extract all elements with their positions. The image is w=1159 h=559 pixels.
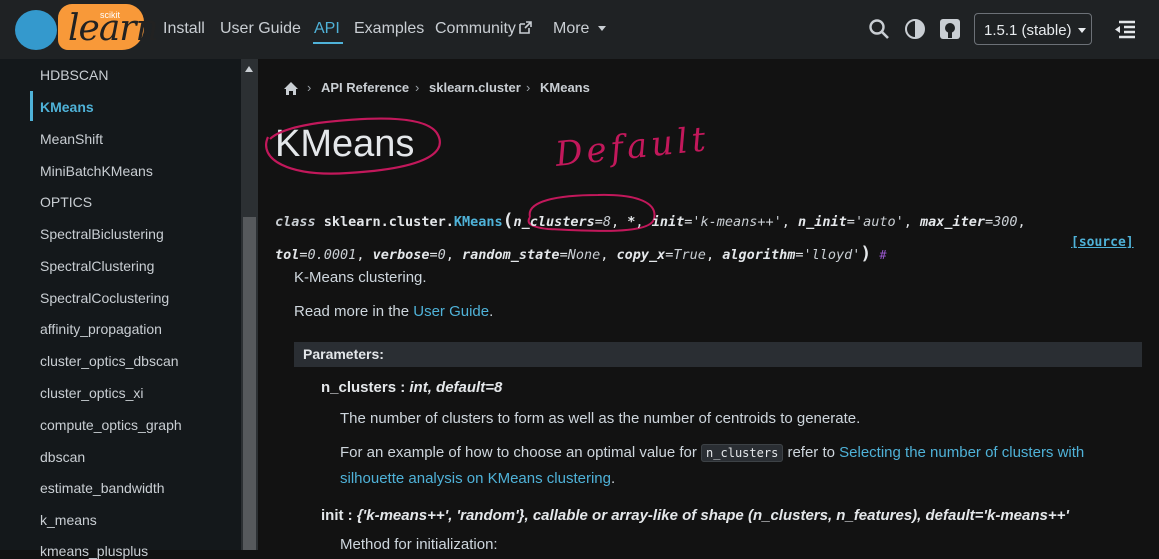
nav-user-guide[interactable]: User Guide [220,20,301,38]
example-suffix: . [610,470,616,487]
annotation-text: Default [553,119,712,175]
breadcrumb-separator-icon: › [526,80,531,95]
class-summary: K-Means clustering. [294,269,427,286]
param-verbose: verbose [372,247,430,263]
param-n-clusters-example-cont: silhouette analysis on KMeans clustering… [340,470,615,487]
param-n-clusters-desc: The number of clusters to form as well a… [340,410,861,427]
chevron-down-icon [598,26,606,31]
parameters-header: Parameters: [294,342,1142,367]
nav-examples[interactable]: Examples [354,20,424,38]
nav-more[interactable]: More [553,20,589,38]
param-init-heading: init : {'k-means++', 'random'}, callable… [321,507,1069,524]
sidebar-nav: HDBSCAN KMeans MeanShift MiniBatchKMeans… [0,59,258,559]
param-default: 'k-means++' [692,214,782,230]
param-algorithm: algorithm [722,247,796,263]
sidebar-item-kmeans-plusplus[interactable]: kmeans_plusplus [40,543,148,559]
breadcrumb-current: KMeans [540,80,590,95]
sidebar-scrollbar-thumb[interactable] [243,217,256,550]
param-star: * [627,214,636,230]
sidebar-item-cluster-optics-dbscan[interactable]: cluster_optics_dbscan [40,353,179,369]
nav-active-underline [313,42,343,44]
param-default: None [567,247,601,263]
sidebar-item-meanshift[interactable]: MeanShift [40,131,103,147]
source-link[interactable]: [source] [1071,235,1134,250]
theme-toggle-icon[interactable] [904,18,926,40]
silhouette-example-link[interactable]: Selecting the number of clusters with [839,444,1084,461]
param-default: 8 [602,214,612,230]
signature-module: sklearn.cluster. [323,214,454,230]
silhouette-example-link-cont[interactable]: silhouette analysis on KMeans clustering [340,470,611,487]
param-random-state: random_state [462,247,560,263]
param-type: int, default=8 [409,379,503,396]
breadcrumb-separator-icon: › [415,80,420,95]
param-init: init [651,214,685,230]
sidebar-item-estimate-bandwidth[interactable]: estimate_bandwidth [40,480,165,496]
sidebar-item-k-means[interactable]: k_means [40,512,97,528]
nav-install[interactable]: Install [163,20,205,38]
read-more-line: Read more in the User Guide. [294,303,493,320]
sidebar-item-compute-optics-graph[interactable]: compute_optics_graph [40,417,182,433]
class-signature: class sklearn.cluster.KMeans(n_clusters=… [275,210,1026,264]
read-more-suffix: . [489,303,494,320]
home-icon[interactable] [283,81,299,96]
param-default: 'lloyd' [803,247,861,263]
sidebar-item-spectralbiclustering[interactable]: SpectralBiclustering [40,226,164,242]
signature-class-name: KMeans [453,214,503,230]
sidebar-item-dbscan[interactable]: dbscan [40,449,85,465]
param-max-iter: max_iter [919,214,986,230]
param-name: init [321,507,344,524]
version-switcher-button[interactable]: 1.5.1 (stable) [974,13,1092,45]
example-mid: refer to [783,444,840,461]
sidebar-item-spectralclustering[interactable]: SpectralClustering [40,258,154,274]
param-default: 'auto' [854,214,904,230]
logo-learn-text: learn [68,8,159,49]
toc-toggle-icon[interactable] [1114,19,1136,41]
param-default: 0.0001 [307,247,357,263]
param-tol: tol [275,247,300,263]
sidebar-item-cluster-optics-xi[interactable]: cluster_optics_xi [40,385,144,401]
param-default: 0 [437,247,446,263]
param-copy-x: copy_x [616,247,666,263]
logo-blue-circle [15,10,57,50]
param-name: n_clusters [321,379,397,396]
param-type: {'k-means++', 'random'}, callable or arr… [356,507,1069,524]
sidebar-active-indicator [30,91,33,121]
read-more-prefix: Read more in the [294,303,414,320]
sidebar-item-affinity-propagation[interactable]: affinity_propagation [40,321,162,337]
page-title: KMeans [275,123,415,165]
example-prefix: For an example of how to choose an optim… [340,444,702,461]
breadcrumb-api-reference[interactable]: API Reference [321,80,409,95]
sidebar-item-spectralcoclustering[interactable]: SpectralCoclustering [40,290,169,306]
nav-community[interactable]: Community [435,20,516,38]
param-n-clusters-heading: n_clusters : int, default=8 [321,379,503,396]
main-content: › API Reference › sklearn.cluster › KMea… [258,59,1159,553]
scikit-learn-logo[interactable]: scikit learn [12,4,159,54]
permalink-icon[interactable]: # [879,248,886,262]
param-n-init: n_init [798,214,847,230]
breadcrumb-sklearn-cluster[interactable]: sklearn.cluster [429,80,521,95]
sidebar-item-optics[interactable]: OPTICS [40,194,92,210]
param-n-clusters: n_clusters [513,214,595,230]
nav-api[interactable]: API [314,20,340,38]
chevron-down-icon [1078,28,1086,33]
external-link-icon [519,21,532,34]
breadcrumb-separator-icon: › [307,80,312,95]
scroll-up-arrow-icon[interactable] [245,66,253,72]
user-guide-link[interactable]: User Guide [413,303,489,320]
top-navbar: scikit learn Install User Guide API Exam… [0,0,1159,59]
param-init-desc: Method for initialization: [340,536,498,553]
version-label: 1.5.1 (stable) [984,22,1072,39]
param-default: True [673,247,706,263]
search-icon[interactable] [868,18,890,40]
github-icon[interactable] [939,18,961,40]
param-default: 300 [993,214,1018,230]
sidebar-item-kmeans[interactable]: KMeans [40,99,94,115]
sidebar-item-minibatchkmeans[interactable]: MiniBatchKMeans [40,163,153,179]
param-n-clusters-example: For an example of how to choose an optim… [340,444,1084,462]
signature-prefix: class [275,214,316,230]
inline-code: n_clusters [701,444,784,462]
sidebar-item-hdbscan[interactable]: HDBSCAN [40,67,108,83]
